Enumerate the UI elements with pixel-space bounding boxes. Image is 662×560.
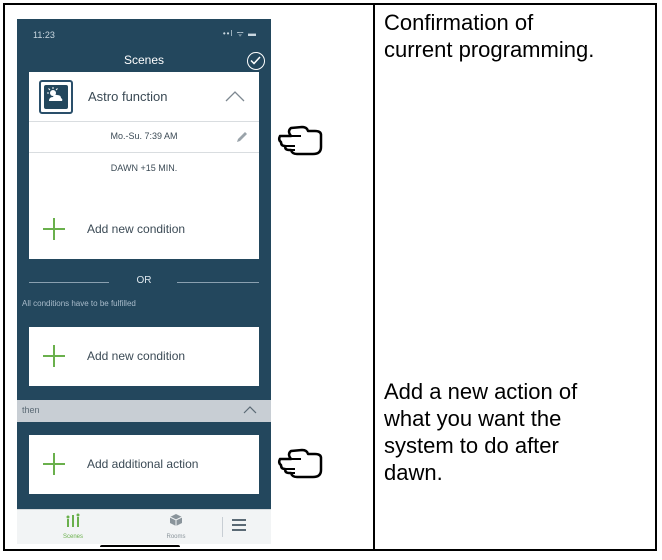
tab-rooms-label: Rooms [166,534,186,540]
check-circle-icon[interactable] [247,52,265,70]
conditions-note: All conditions have to be fulfilled [22,299,136,308]
pencil-icon[interactable] [235,130,249,144]
plus-icon [43,453,65,475]
column-divider [373,3,375,551]
add-condition-label: Add new condition [87,349,186,363]
or-label: OR [136,275,152,286]
rooms-cube-icon [169,514,183,526]
add-condition-button-2[interactable]: Add new condition [29,327,259,386]
sun-cloud-icon [39,80,73,114]
astro-function-card[interactable]: Astro function Mo.-Su. 7:39 AM DAWN +15 … [29,72,259,206]
home-indicator [100,545,180,551]
tab-bar: Scenes Rooms [17,509,271,544]
page-title: Scenes [123,53,165,67]
chevron-up-icon[interactable] [225,91,245,102]
tab-scenes[interactable]: Scenes [43,513,103,540]
schedule-text: Mo.-Su. 7:39 AM [110,131,178,141]
pointing-hand-icon [277,125,323,156]
phone-screenshot: 11:23 ••l ᯤ ▬ Scenes Astro function Mo.-… [17,19,271,544]
hamburger-menu-icon[interactable] [232,519,246,534]
or-separator: OR [17,275,271,289]
astro-function-label: Astro function [88,89,168,104]
tab-scenes-label: Scenes [62,534,83,540]
astro-function-header[interactable]: Astro function [29,72,259,122]
status-bar: 11:23 ••l ᯤ ▬ [17,19,271,45]
then-section-header[interactable]: then [17,400,271,422]
tab-divider [222,517,223,537]
annotation-confirmation: Confirmation of current programming. [384,10,595,62]
signal-battery-icon: ••l ᯤ ▬ [222,29,257,38]
add-condition-label: Add new condition [87,222,186,236]
card-divider [29,152,259,153]
dawn-offset-text: DAWN +15 MIN. [110,163,178,173]
pointing-hand-icon [277,448,323,479]
add-action-button[interactable]: Add additional action [29,435,259,494]
status-time: 11:23 [33,30,55,40]
plus-icon [43,345,65,367]
plus-icon [43,218,65,240]
then-label: then [22,405,40,415]
add-condition-button[interactable]: Add new condition [29,200,259,259]
chevron-up-icon[interactable] [243,406,257,414]
tab-rooms[interactable]: Rooms [146,513,206,540]
annotation-add-action: Add a new action of what you want the sy… [384,379,578,485]
scenes-icon [66,513,80,527]
add-action-label: Add additional action [87,457,199,471]
